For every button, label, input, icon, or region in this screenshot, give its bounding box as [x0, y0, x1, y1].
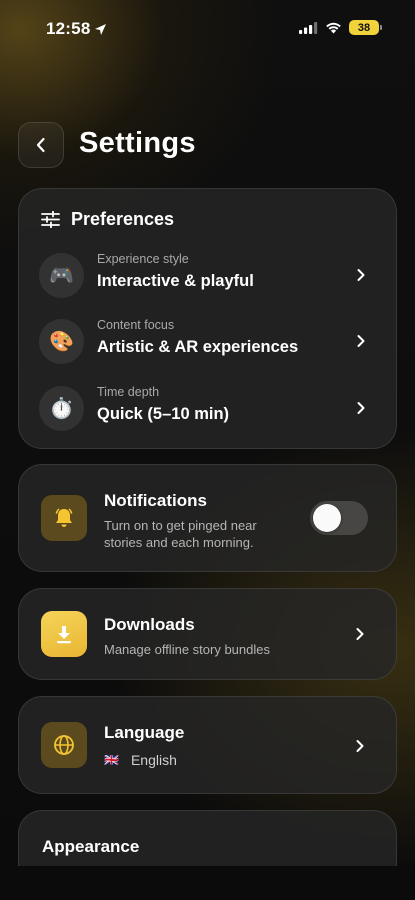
downloads-card[interactable]: Downloads Manage offline story bundles [18, 588, 397, 680]
language-value: English [130, 752, 177, 768]
language-value-row: 🇬🇧 English [104, 752, 177, 769]
palette-icon: 🎨 [39, 319, 84, 364]
cellular-signal-icon [299, 21, 318, 34]
location-arrow-icon [95, 23, 107, 35]
pref-label: Content focus [97, 318, 175, 332]
battery-indicator: 38 [349, 20, 382, 35]
globe-icon-tile [41, 722, 87, 768]
toggle-knob [313, 504, 341, 532]
back-button[interactable] [18, 122, 64, 168]
downloads-title: Downloads [104, 615, 195, 634]
bottom-safe-area [0, 866, 415, 900]
chevron-right-icon [357, 402, 365, 414]
appearance-title: Appearance [42, 837, 140, 856]
bell-icon [55, 508, 73, 527]
stopwatch-icon: ⏱️ [39, 386, 84, 431]
settings-screen: 12:58 38 Settings Preferences 🎮 Experien… [0, 0, 415, 900]
download-icon-tile [41, 611, 87, 657]
chevron-right-icon [356, 628, 364, 640]
sliders-icon [41, 211, 60, 228]
preferences-card: Preferences 🎮 Experience style Interacti… [18, 188, 397, 449]
notifications-toggle[interactable] [310, 501, 368, 535]
game-controller-icon: 🎮 [39, 253, 84, 298]
notifications-card: Notifications Turn on to get pinged near… [18, 464, 397, 572]
download-icon [57, 626, 71, 644]
pref-label: Experience style [97, 252, 189, 266]
time-text: 12:58 [46, 19, 91, 38]
downloads-subtitle: Manage offline story bundles [104, 642, 270, 657]
battery-level: 38 [357, 21, 371, 34]
status-time: 12:58 [46, 19, 107, 39]
uk-flag-icon: 🇬🇧 [104, 753, 119, 767]
pref-value: Interactive & playful [97, 272, 254, 290]
globe-icon [54, 735, 74, 755]
pref-value: Artistic & AR experiences [97, 338, 299, 356]
chevron-right-icon [357, 335, 365, 347]
pref-row-content-focus[interactable]: 🎨 Content focus Artistic & AR experience… [39, 317, 379, 367]
status-icons: 38 [299, 20, 382, 35]
chevron-right-icon [357, 269, 365, 281]
pref-value: Quick (5–10 min) [97, 405, 230, 423]
chevron-right-icon [356, 740, 364, 752]
bell-icon-tile [41, 495, 87, 541]
preferences-title: Preferences [71, 209, 175, 229]
pref-label: Time depth [97, 385, 160, 399]
notifications-title: Notifications [104, 491, 207, 510]
page-title: Settings [79, 127, 196, 159]
pref-row-time-depth[interactable]: ⏱️ Time depth Quick (5–10 min) [39, 384, 379, 434]
preferences-header: Preferences [41, 209, 174, 230]
language-title: Language [104, 723, 185, 742]
notifications-subtitle-line1: Turn on to get pinged near [104, 518, 257, 533]
wifi-icon [326, 22, 341, 34]
pref-row-experience-style[interactable]: 🎮 Experience style Interactive & playful [39, 251, 379, 301]
language-card[interactable]: Language 🇬🇧 English [18, 696, 397, 794]
notifications-subtitle-line2: stories and each morning. [104, 535, 254, 550]
status-bar: 12:58 38 [0, 0, 415, 56]
chevron-left-icon [36, 137, 45, 153]
